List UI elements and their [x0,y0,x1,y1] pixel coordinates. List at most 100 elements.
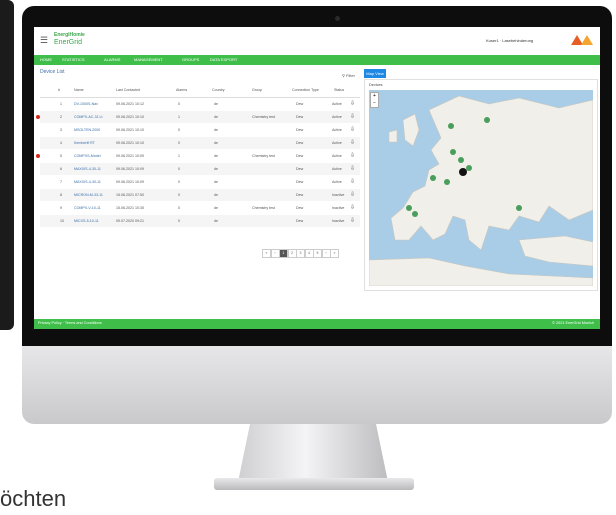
cell-alarms: 0 [178,219,180,223]
col-status[interactable]: Status [334,88,344,92]
cell-connection-type: Dew [296,128,304,132]
map-marker [466,165,472,171]
cell-status: Active [332,180,342,184]
download-icon[interactable]: ⇩ [350,139,355,146]
map-marker [484,117,490,123]
filter-label: Filter [346,73,355,78]
brand-name: EnerGrid [54,39,83,46]
nav-alarms[interactable]: Alarms [104,57,120,62]
cell-name[interactable]: Kemberlif RT [74,141,95,145]
table-row[interactable]: 9 COMPX-V-10-11 15.06.2021 10:35 0 de Chemist… [40,202,360,214]
map-marker [412,211,418,217]
download-icon[interactable]: ⇩ [350,165,355,172]
cell-name[interactable]: DV-1000S-Nav [74,102,98,106]
cell-connection-type: Dew [296,154,304,158]
cell-alarms: 0 [178,102,180,106]
cell-number: 1 [60,102,62,106]
table-row[interactable]: 3 MSOLTEN-2000 09.06.2021 10:10 0 de Dew Activ… [40,124,360,136]
download-icon[interactable]: ⇩ [350,152,355,159]
footer-links[interactable]: Privacy Policy · Terms and Conditions [38,321,102,325]
cell-name[interactable]: MICXS-5-10-11 [74,219,99,223]
cell-number: 10 [60,219,64,223]
cell-name[interactable]: MSOLTEN-2000 [74,128,100,132]
cell-status: Inactive [332,206,345,210]
map-zoom-control[interactable]: + − [370,92,379,108]
cell-number: 5 [60,154,62,158]
cell-alarms: 0 [178,193,180,197]
cell-name[interactable]: COMPX-AC-31 Lt [74,115,103,119]
cell-alarms: 1 [178,115,180,119]
cell-connection-type: Dew [296,102,304,106]
table-header: # Name Last Contacted Alarms Country Gro… [40,83,360,98]
europe-map[interactable]: + − [369,90,593,286]
cell-last-contacted: 09.06.2021 10:10 [116,141,144,145]
cell-number: 7 [60,180,62,184]
cell-alarms: 1 [178,154,180,158]
nav-groups[interactable]: Groups [182,57,199,62]
download-icon[interactable]: ⇩ [350,217,355,224]
download-icon[interactable]: ⇩ [350,100,355,107]
download-icon[interactable]: ⇩ [350,191,355,198]
col-group[interactable]: Group [252,88,262,92]
cell-name[interactable]: MICRON-M-33-11 [74,193,103,197]
monitor-chin [22,346,612,424]
download-icon[interactable]: ⇩ [350,113,355,120]
table-row[interactable]: 4 Kemberlif RT 09.06.2021 10:10 0 de Dew Activ… [40,137,360,149]
col-last-contacted[interactable]: Last Contacted [116,88,140,92]
table-row[interactable]: 8 MICRON-M-33-11 15.06.2021 07:50 0 de Dew Ina… [40,189,360,201]
map-view-tab[interactable]: Map View [364,69,386,78]
cell-country: de [214,141,218,145]
cell-country: de [214,180,218,184]
table-row[interactable]: 7 MAXXIS-4-30-11 09.06.2021 10:09 0 de Dew Act… [40,176,360,188]
col-alarms[interactable]: Alarms [176,88,187,92]
user-menu[interactable]: Kuser1 · Lasebehinderung [486,38,533,43]
cell-last-contacted: 09.06.2021 10:09 [116,154,144,158]
col-connection-type[interactable]: Connection Type [292,88,319,92]
nav-home[interactable]: Home [40,57,52,62]
download-icon[interactable]: ⇩ [350,178,355,185]
zoom-out-icon[interactable]: − [371,100,378,107]
cell-last-contacted: 09.07.2020 09:21 [116,219,144,223]
hamburger-icon[interactable]: ☰ [40,35,48,46]
col-name[interactable]: Name [74,88,84,92]
cell-connection-type: Dew [296,180,304,184]
filter-button[interactable]: ⚲ Filter [342,73,355,78]
cell-country: de [214,219,218,223]
zoom-in-icon[interactable]: + [371,93,378,100]
table-row[interactable]: 6 MAXXIS-4-30-11 09.06.2021 10:09 0 de Dew Act… [40,163,360,175]
cell-status: Active [332,102,342,106]
cell-alarms: 0 [178,128,180,132]
cell-name[interactable]: COMPX-V-10-11 [74,206,101,210]
monitor-screen: ☰ EnergiHomie EnerGrid Kuser1 · Lasebehi… [34,27,600,329]
cell-status: Inactive [332,219,345,223]
col-country[interactable]: Country [212,88,225,92]
table-row[interactable]: 2 COMPX-AC-31 Lt 09.06.2021 10:10 1 de Chemis… [36,111,360,123]
cell-last-contacted: 09.06.2021 10:10 [116,115,144,119]
cell-connection-type: Dew [296,219,304,223]
page-button[interactable]: » [330,249,339,258]
cell-name[interactable]: COMPXS-Model [74,154,101,158]
map-marker [406,205,412,211]
map-marker [430,175,436,181]
map-marker [458,157,464,163]
download-icon[interactable]: ⇩ [350,126,355,133]
table-row[interactable]: 10 MICXS-5-10-11 09.07.2020 09:21 0 de Dew Ina… [40,215,360,227]
cell-connection-type: Dew [296,115,304,119]
cell-name[interactable]: MAXXIS-4-30-11 [74,167,101,171]
monitor-stand-neck [238,424,388,482]
cell-status: Inactive [332,193,345,197]
device-list-title: Device List [40,69,65,75]
nav-data-export[interactable]: Data Export [210,57,237,62]
table-row[interactable]: 5 COMPXS-Model 09.06.2021 10:09 1 de Chemistr… [36,150,360,162]
cell-name[interactable]: MAXXIS-4-30-11 [74,180,101,184]
cell-alarms: 0 [178,167,180,171]
cell-country: de [214,102,218,106]
table-row[interactable]: 1 DV-1000S-Nav 09.06.2021 10:12 0 de Dew Activ… [40,98,360,110]
cell-number: 6 [60,167,62,171]
map-panel: Devices + − [364,79,598,291]
cell-status: Active [332,115,342,119]
nav-management[interactable]: Management [134,57,163,62]
alarm-indicator [36,115,40,119]
nav-statistics[interactable]: Statistics [62,57,85,62]
download-icon[interactable]: ⇩ [350,204,355,211]
